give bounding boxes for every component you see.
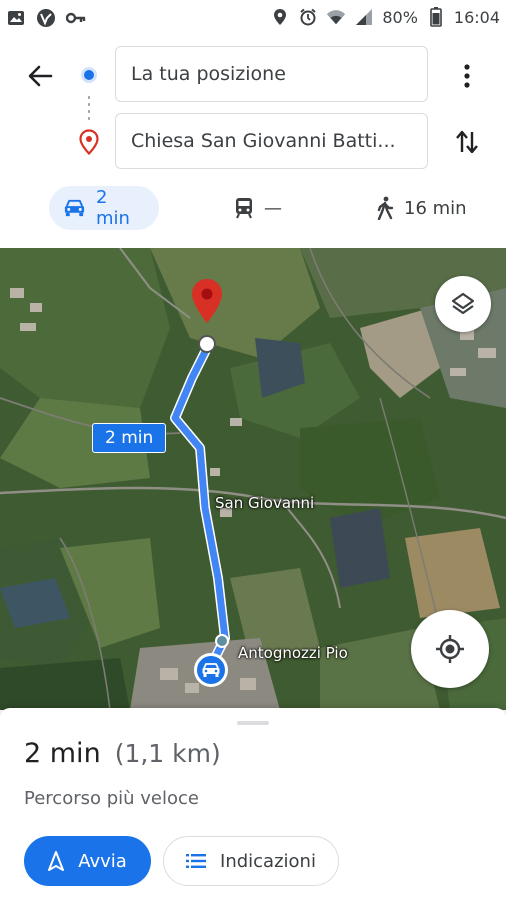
more-options-button[interactable] (452, 58, 482, 94)
place-label-antognozzi: Antognozzi Pio (238, 644, 348, 662)
route-summary: 2 min (1,1 km) (24, 738, 221, 769)
directions-header: La tua posizione Chiesa San Giovanni Bat… (0, 36, 506, 248)
start-label: Avvia (78, 850, 127, 872)
trip-distance: (1,1 km) (114, 739, 221, 768)
start-navigation-button[interactable]: Avvia (24, 836, 151, 886)
clock: 16:04 (453, 7, 500, 27)
wifi-icon (326, 7, 346, 27)
driving-time: 2 min (96, 187, 130, 229)
layers-button[interactable] (435, 276, 491, 332)
tab-driving[interactable]: 2 min (49, 186, 159, 230)
route-connector (88, 94, 90, 120)
battery-percent: 80% (382, 7, 418, 27)
drag-handle[interactable] (237, 721, 269, 725)
layers-icon (451, 292, 475, 315)
my-location-icon (436, 635, 464, 663)
swap-vert-icon (456, 130, 478, 154)
walking-time: 16 min (404, 197, 467, 219)
car-icon (64, 199, 85, 217)
origin-field[interactable]: La tua posizione (115, 46, 428, 102)
train-icon (236, 198, 252, 219)
status-bar: 80% 16:04 (0, 0, 506, 36)
alarm-icon (298, 7, 318, 27)
arrow-back-icon (28, 65, 53, 87)
origin-dot-icon (81, 67, 97, 83)
poi-marker-icon[interactable] (215, 634, 229, 648)
destination-field[interactable]: Chiesa San Giovanni Batti... (115, 113, 428, 169)
route-summary-sheet: 2 min (1,1 km) Percorso più veloce Avvia… (0, 708, 506, 900)
destination-marker-icon[interactable] (190, 278, 224, 324)
travel-mode-tabs: 2 min — 16 min (0, 184, 506, 234)
route-end-dot (198, 335, 216, 353)
location-icon (270, 7, 290, 27)
battery-icon (426, 7, 446, 27)
navigation-arrow-icon (48, 851, 65, 871)
vpn-icon (36, 8, 56, 28)
car-icon (202, 663, 220, 677)
swap-button[interactable] (452, 124, 482, 160)
walk-icon (377, 196, 394, 220)
more-vert-icon (464, 64, 470, 88)
signal-icon (354, 7, 374, 27)
tab-transit[interactable]: — (220, 186, 296, 230)
route-time-badge[interactable]: 2 min (92, 423, 167, 453)
back-button[interactable] (22, 58, 58, 94)
destination-pin-icon (79, 129, 99, 155)
map-view[interactable]: 2 min San Giovanni Antognozzi Pio (0, 248, 506, 710)
key-icon (66, 8, 86, 28)
tab-walking[interactable]: 16 min (362, 186, 481, 230)
trip-duration: 2 min (24, 738, 101, 769)
my-location-button[interactable] (411, 610, 489, 688)
place-label-san-giovanni: San Giovanni (215, 494, 315, 512)
transit-time: — (264, 197, 282, 219)
list-icon (186, 854, 207, 868)
start-car-marker (194, 653, 228, 687)
directions-label: Indicazioni (220, 850, 316, 872)
directions-list-button[interactable]: Indicazioni (163, 836, 339, 886)
route-subtitle: Percorso più veloce (24, 788, 199, 809)
image-icon (6, 8, 26, 28)
